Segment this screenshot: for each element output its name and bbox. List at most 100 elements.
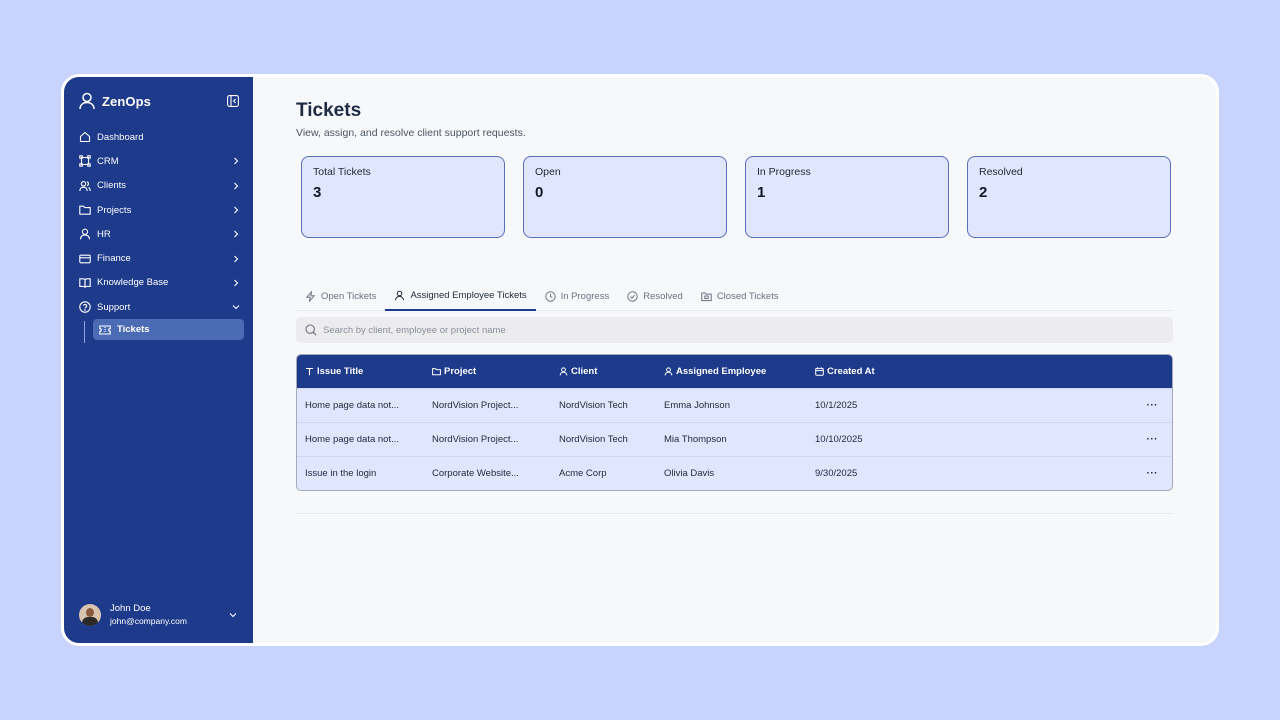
stat-label: In Progress [757, 166, 811, 178]
tab-label: In Progress [560, 291, 610, 302]
app-inner: ZenOps Dashboard CRM Clients Projects HR… [64, 77, 1216, 643]
users-icon [79, 180, 91, 192]
column-header-assigned-employee[interactable]: Assigned Employee [656, 366, 807, 377]
column-header-created-at[interactable]: Created At [807, 366, 927, 377]
cell-project: NordVision Project... [432, 400, 519, 411]
stat-value: 0 [535, 184, 544, 201]
crm-icon [79, 155, 91, 168]
cell-assigned-employee: Emma Johnson [664, 400, 731, 411]
sidebar-item-label: HR [97, 228, 111, 240]
search-icon [305, 324, 317, 336]
check-circle-icon [627, 291, 638, 302]
card-icon [79, 253, 91, 265]
page-title: Tickets [296, 100, 362, 121]
user-icon [79, 92, 95, 110]
user-info: John Doe john@company.com [110, 603, 187, 627]
column-label: Created At [827, 366, 875, 377]
column-header-client[interactable]: Client [551, 366, 656, 377]
sidebar-item-label: Projects [97, 204, 132, 216]
tab-closed-tickets[interactable]: Closed Tickets [692, 282, 788, 311]
main-content: Tickets View, assign, and resolve client… [253, 77, 1216, 643]
app-name: ZenOps [102, 93, 151, 109]
sidebar-item-projects[interactable]: Projects [77, 198, 245, 222]
cell-client: NordVision Tech [559, 400, 628, 411]
sidebar-item-finance[interactable]: Finance [77, 246, 245, 270]
stat-card-resolved: Resolved 2 [967, 156, 1171, 238]
tab-assigned-employee-tickets[interactable]: Assigned Employee Tickets [385, 282, 536, 311]
sidebar-item-hr[interactable]: HR [77, 222, 245, 246]
tickets-table: Issue Title Project Client Assigned Empl… [296, 354, 1173, 491]
cell-issue-title: Home page data not... [305, 400, 400, 411]
stat-value: 1 [757, 184, 766, 201]
sidebar-item-label: Clients [97, 180, 127, 192]
tab-open-tickets[interactable]: Open Tickets [296, 282, 385, 311]
column-label: Client [571, 366, 598, 377]
chevron-right-icon [232, 279, 240, 287]
stat-value: 2 [979, 184, 988, 201]
user-profile[interactable]: John Doe john@company.com [79, 603, 239, 627]
cell-assigned-employee: Olivia Davis [664, 468, 715, 479]
archive-icon [701, 291, 712, 302]
tab-label: Resolved [643, 291, 683, 302]
search-input[interactable] [323, 324, 1123, 336]
page-subtitle: View, assign, and resolve client support… [296, 127, 526, 139]
tab-resolved[interactable]: Resolved [618, 282, 692, 311]
cell-issue-title: Home page data not... [305, 434, 400, 445]
more-options-icon[interactable]: ··· [1147, 400, 1159, 410]
more-options-icon[interactable]: ··· [1147, 434, 1159, 444]
sidebar-item-label: CRM [97, 155, 119, 167]
table-header: Issue Title Project Client Assigned Empl… [297, 355, 1172, 388]
text-icon [305, 367, 314, 376]
column-label: Assigned Employee [676, 366, 767, 377]
clock-icon [544, 291, 556, 302]
sidebar-item-clients[interactable]: Clients [77, 174, 245, 198]
column-label: Project [444, 366, 477, 377]
table-row[interactable]: Home page data not... NordVision Project… [297, 422, 1172, 456]
cell-project: NordVision Project... [432, 434, 519, 445]
table-row[interactable]: Issue in the login Corporate Website... … [297, 456, 1172, 490]
sidebar-item-tickets[interactable]: Tickets [93, 319, 244, 341]
table-row[interactable]: Home page data not... NordVision Project… [297, 388, 1172, 422]
chevron-right-icon [232, 230, 240, 238]
tab-label: Open Tickets [321, 291, 377, 302]
app-window: ZenOps Dashboard CRM Clients Projects HR… [61, 74, 1219, 646]
chevron-down-icon [232, 303, 240, 311]
chevron-right-icon [232, 206, 240, 214]
cell-project: Corporate Website... [432, 468, 519, 479]
chevron-down-icon[interactable] [229, 611, 237, 619]
sidebar-item-knowledge-base[interactable]: Knowledge Base [77, 271, 245, 295]
column-header-project[interactable]: Project [424, 366, 551, 377]
tab-label: Assigned Employee Tickets [410, 290, 527, 301]
user-icon [664, 367, 673, 376]
tab-in-progress[interactable]: In Progress [536, 282, 619, 311]
divider [296, 513, 1173, 514]
chevron-right-icon [232, 157, 240, 165]
ticket-icon [99, 324, 111, 336]
home-icon [79, 131, 91, 143]
calendar-icon [815, 367, 824, 376]
avatar [79, 604, 101, 626]
stat-label: Open [535, 166, 561, 178]
sidebar-nav: Dashboard CRM Clients Projects HR Financ… [77, 125, 245, 344]
cell-client: NordVision Tech [559, 434, 628, 445]
tab-label: Closed Tickets [716, 291, 779, 302]
user-icon [79, 228, 91, 240]
sidebar-item-dashboard[interactable]: Dashboard [77, 125, 245, 149]
sidebar-item-label: Finance [97, 253, 131, 265]
cell-issue-title: Issue in the login [305, 468, 377, 479]
sidebar-subitem-label: Tickets [117, 324, 150, 336]
stat-label: Resolved [979, 166, 1023, 178]
more-options-icon[interactable]: ··· [1147, 468, 1159, 478]
collapse-sidebar-icon[interactable] [227, 95, 239, 107]
sidebar-item-label: Support [97, 301, 131, 313]
folder-icon [79, 204, 91, 216]
column-header-issue-title[interactable]: Issue Title [297, 366, 424, 377]
ticket-tabs: Open Tickets Assigned Employee Tickets I… [296, 282, 1173, 311]
cell-created-at: 10/10/2025 [815, 434, 863, 445]
stats-cards: Total Tickets 3 Open 0 In Progress 1 Res… [301, 156, 1171, 238]
stat-card-in-progress: In Progress 1 [745, 156, 949, 238]
sidebar-item-crm[interactable]: CRM [77, 149, 245, 173]
user-icon [559, 367, 568, 376]
sidebar-item-support[interactable]: Support [77, 295, 245, 319]
chevron-right-icon [232, 255, 240, 263]
